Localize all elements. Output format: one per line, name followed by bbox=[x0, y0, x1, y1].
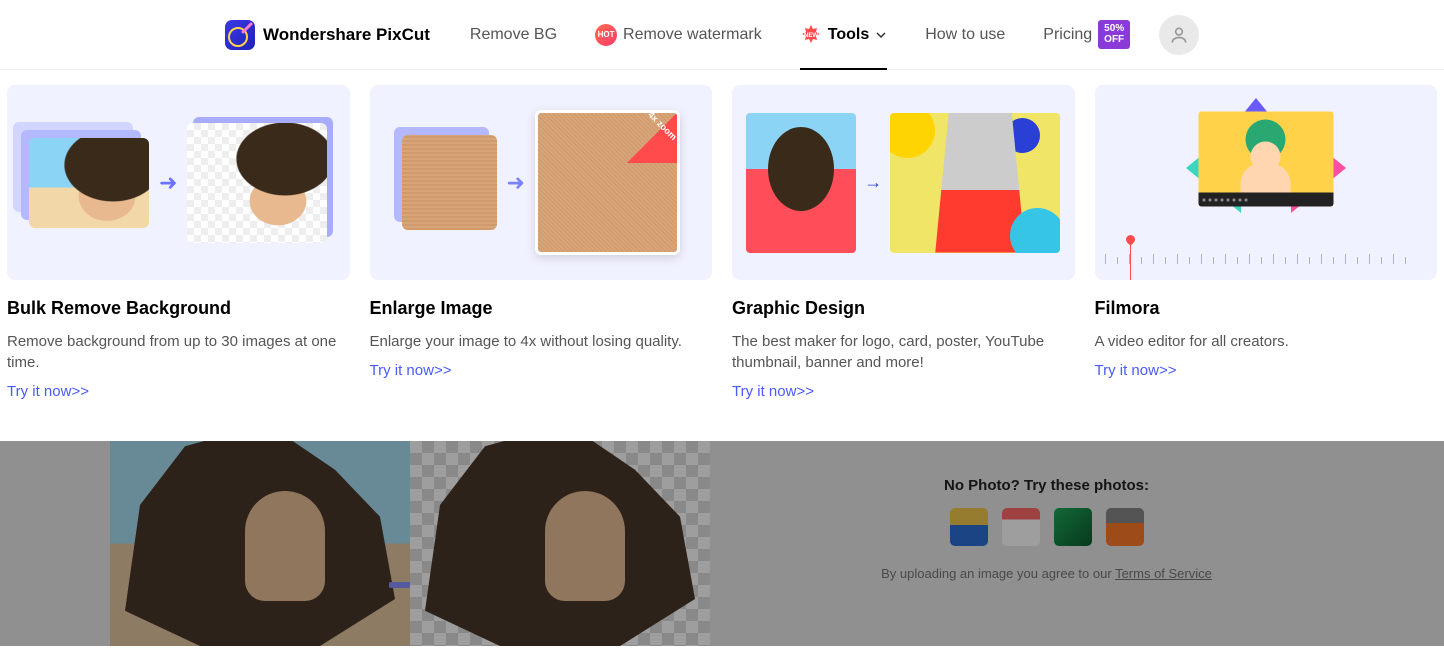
arrow-right-icon: ➜ bbox=[507, 170, 525, 196]
nav-label: Remove BG bbox=[470, 26, 557, 44]
nav-label: Tools bbox=[828, 26, 869, 44]
tool-description: Remove background from up to 30 images a… bbox=[7, 331, 350, 373]
new-badge-icon: NEW bbox=[800, 24, 822, 46]
svg-text:NEW: NEW bbox=[804, 33, 818, 39]
nav-menu: Remove BG HOT Remove watermark NEW Tools… bbox=[470, 0, 1130, 70]
chevron-down-icon bbox=[875, 29, 887, 41]
account-avatar-button[interactable] bbox=[1159, 15, 1199, 55]
nav-label: Remove watermark bbox=[623, 26, 762, 44]
tool-title: Enlarge Image bbox=[370, 298, 713, 319]
nav-remove-bg[interactable]: Remove BG bbox=[470, 0, 557, 70]
sample-photos-panel: No Photo? Try these photos: By uploading… bbox=[769, 441, 1324, 646]
nav-tools[interactable]: NEW Tools bbox=[800, 0, 887, 70]
arrow-right-icon: → bbox=[864, 172, 882, 193]
discount-badge: 50%OFF bbox=[1098, 20, 1130, 49]
nav-label: How to use bbox=[925, 26, 1005, 44]
logo-icon bbox=[225, 20, 255, 50]
tool-description: The best maker for logo, card, poster, Y… bbox=[732, 331, 1075, 373]
tools-dropdown-panel: ➜ Bulk Remove Background Remove backgrou… bbox=[0, 70, 1444, 441]
hero-preview bbox=[110, 441, 710, 646]
tool-thumbnail: ➜ bbox=[7, 85, 350, 280]
tool-cta-link[interactable]: Try it now>> bbox=[732, 383, 814, 400]
tool-card-graphic-design[interactable]: → Graphic Design The best maker for logo… bbox=[732, 85, 1075, 401]
terms-text: By uploading an image you agree to our bbox=[881, 566, 1115, 581]
sample-thumbnails bbox=[787, 508, 1306, 546]
sample-photo-3[interactable] bbox=[1054, 508, 1092, 546]
top-nav: Wondershare PixCut Remove BG HOT Remove … bbox=[0, 0, 1444, 70]
tool-thumbnail: ➜ 4x zoom bbox=[370, 85, 713, 280]
user-icon bbox=[1169, 25, 1189, 45]
tool-thumbnail: → bbox=[732, 85, 1075, 280]
tool-card-bulk-remove-bg[interactable]: ➜ Bulk Remove Background Remove backgrou… bbox=[7, 85, 350, 401]
tool-cta-link[interactable]: Try it now>> bbox=[370, 362, 452, 379]
tool-cta-link[interactable]: Try it now>> bbox=[1095, 362, 1177, 379]
tool-thumbnail bbox=[1095, 85, 1438, 280]
nav-how-to-use[interactable]: How to use bbox=[925, 0, 1005, 70]
hot-badge-icon: HOT bbox=[595, 24, 617, 46]
tool-title: Filmora bbox=[1095, 298, 1438, 319]
terms-link[interactable]: Terms of Service bbox=[1115, 566, 1212, 581]
tool-card-enlarge-image[interactable]: ➜ 4x zoom Enlarge Image Enlarge your ima… bbox=[370, 85, 713, 401]
tool-description: Enlarge your image to 4x without losing … bbox=[370, 331, 713, 352]
brand-text: Wondershare PixCut bbox=[263, 25, 430, 45]
timeline-icon bbox=[1095, 240, 1438, 280]
brand-logo[interactable]: Wondershare PixCut bbox=[225, 20, 430, 50]
playhead-icon bbox=[1130, 240, 1131, 280]
terms-notice: By uploading an image you agree to our T… bbox=[787, 566, 1306, 581]
sample-photo-1[interactable] bbox=[950, 508, 988, 546]
tool-card-filmora[interactable]: Filmora A video editor for all creators.… bbox=[1095, 85, 1438, 401]
zoom-tag: 4x zoom bbox=[646, 110, 679, 142]
nav-pricing[interactable]: Pricing 50%OFF bbox=[1043, 0, 1130, 70]
arrow-right-icon: ➜ bbox=[159, 170, 177, 196]
no-photo-title: No Photo? Try these photos: bbox=[787, 477, 1306, 494]
tool-title: Graphic Design bbox=[732, 298, 1075, 319]
background-hero-section: No Photo? Try these photos: By uploading… bbox=[0, 441, 1444, 646]
nav-label: Pricing bbox=[1043, 26, 1092, 44]
sample-photo-2[interactable] bbox=[1002, 508, 1040, 546]
sample-photo-4[interactable] bbox=[1106, 508, 1144, 546]
tool-cta-link[interactable]: Try it now>> bbox=[7, 383, 89, 400]
tool-title: Bulk Remove Background bbox=[7, 298, 350, 319]
nav-remove-watermark[interactable]: HOT Remove watermark bbox=[595, 0, 762, 70]
tool-description: A video editor for all creators. bbox=[1095, 331, 1438, 352]
